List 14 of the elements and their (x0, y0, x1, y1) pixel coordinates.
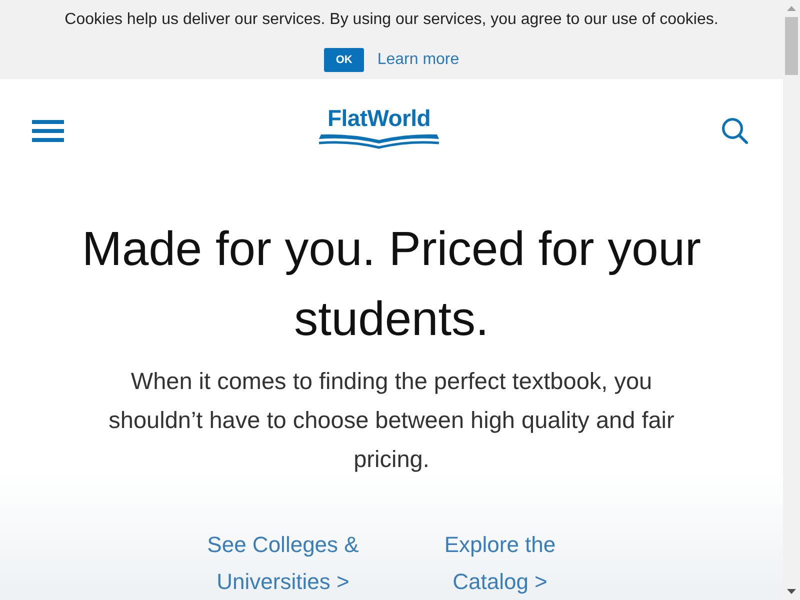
hero-link[interactable]: See Colleges & Universities > (198, 526, 368, 600)
learn-more-link[interactable]: Learn more (377, 50, 460, 70)
menu-icon[interactable] (32, 120, 64, 142)
headline: Made for you. Priced for your students. (81, 222, 702, 348)
scroll-down-arrow-icon[interactable] (787, 589, 796, 594)
scrollbar-thumb[interactable] (785, 17, 798, 75)
search-icon[interactable] (722, 118, 748, 144)
hero-subtitle: When it comes to finding the perfect textbook, you shouldn’t have to choose between high quality and fair pricing. (108, 367, 676, 474)
logo-link[interactable]: FlatWorld (318, 106, 440, 150)
scrollbar-track[interactable] (783, 0, 800, 600)
ok-button[interactable]: OK (324, 48, 364, 72)
cookie-message: Cookies help us deliver our services. By using our services, you agree to our use of cookies. (64, 10, 718, 30)
hero-link[interactable]: Explore the Catalog > (415, 526, 585, 600)
book-icon (318, 134, 440, 150)
